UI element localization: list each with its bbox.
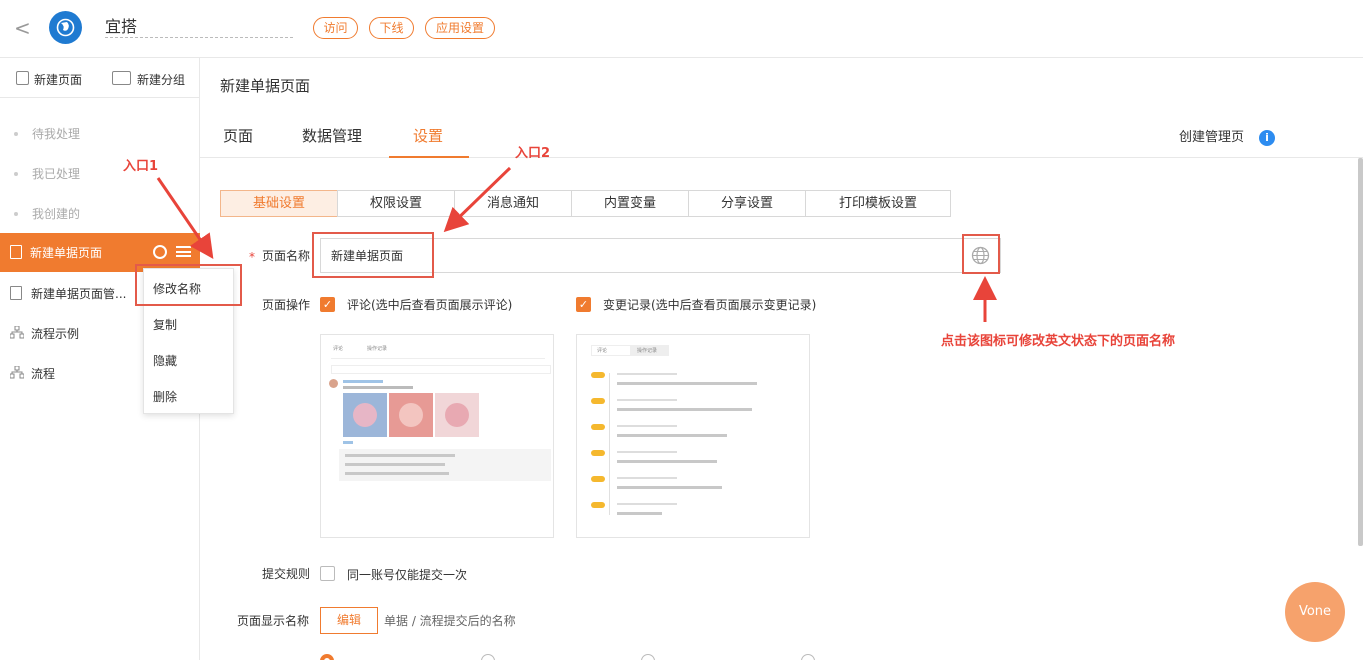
annotation-arrows [156, 166, 997, 322]
vone-assistant-button[interactable]: Vone [1285, 582, 1345, 642]
